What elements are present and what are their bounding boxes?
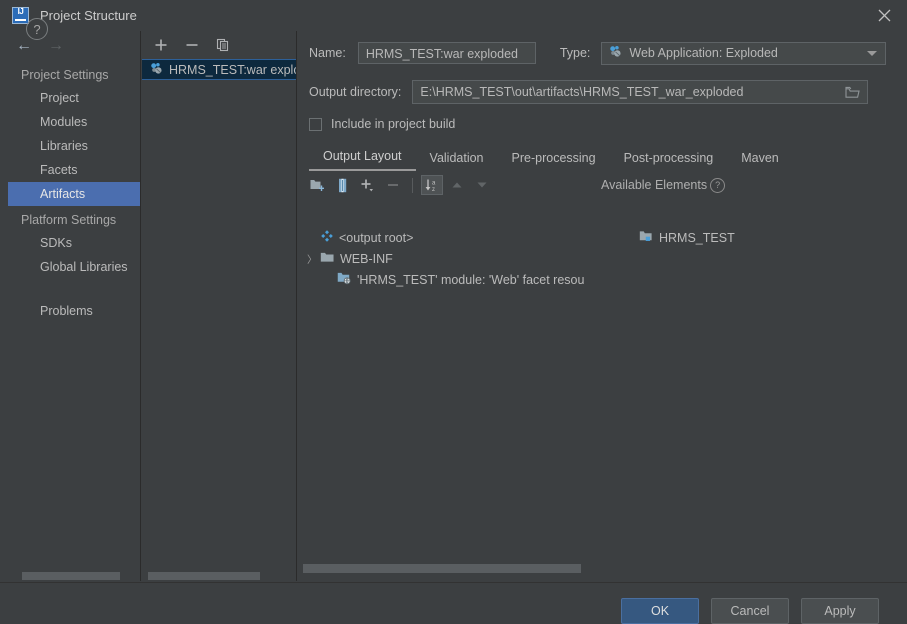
sidebar-item-facets[interactable]: Facets [8,158,140,182]
web-facet-icon [337,271,352,288]
tab-maven[interactable]: Maven [727,151,793,171]
help-icon[interactable]: ? [710,177,726,193]
editor-tabs: Output Layout Validation Pre-processing … [309,144,899,172]
output-directory-input[interactable]: E:\HRMS_TEST\out\artifacts\HRMS_TEST_war… [412,80,869,104]
remove-icon[interactable] [382,175,404,195]
move-down-icon[interactable] [471,175,493,195]
sidebar-item-sdks[interactable]: SDKs [8,231,140,255]
arrow-right-icon[interactable]: → [48,38,64,54]
tree-twisty-collapsed-icon[interactable]: 〉 [304,251,320,266]
sidebar-item-global-libraries[interactable]: Global Libraries [8,255,140,279]
close-icon[interactable] [861,0,907,31]
tree-label: <output root> [339,230,414,245]
artifact-list: HRMS_TEST:war exploded [142,59,296,581]
include-in-build-row: Include in project build [298,109,899,139]
title-bar: Project Structure [0,0,907,31]
add-artifact-button[interactable] [152,36,170,54]
sidebar-item-project[interactable]: Project [8,86,140,110]
sort-alphabetically-icon[interactable]: a z [421,175,443,195]
name-type-row: Name: HRMS_TEST:war exploded Type: Web A… [298,31,899,75]
list-item[interactable]: HRMS_TEST:war exploded [142,59,296,80]
layout-panels: <output root> 〉 WEB-INF 'HRMS_TEST' modu… [301,227,893,562]
output-directory-row: Output directory: E:\HRMS_TEST\out\artif… [298,75,899,109]
artifact-editor: Name: HRMS_TEST:war exploded Type: Web A… [298,31,899,606]
artifact-hscrollbar-thumb[interactable] [148,572,260,580]
sidebar-group-project-settings: Project Settings [21,68,109,82]
artifact-list-toolbar [142,31,296,59]
folder-open-icon[interactable] [837,81,867,103]
add-archive-icon[interactable] [332,175,354,195]
include-in-build-checkbox[interactable] [309,117,322,131]
layout-hscrollbar-thumb[interactable] [303,564,581,573]
tab-validation[interactable]: Validation [416,151,498,171]
include-in-build-label: Include in project build [331,117,456,131]
artifact-label: HRMS_TEST:war exploded [169,62,296,77]
artifact-icon [608,44,623,62]
sidebar-item-modules[interactable]: Modules [8,110,140,134]
add-copy-icon[interactable] [357,175,379,195]
svg-text:a: a [432,180,436,186]
artifact-list-panel: HRMS_TEST:war exploded [142,31,297,581]
available-elements-label: Available Elements [601,178,708,192]
type-label: Type: [559,46,591,60]
tab-output-layout[interactable]: Output Layout [309,149,416,171]
sidebar-item-problems[interactable]: Problems [8,299,140,323]
output-directory-label: Output directory: [309,85,402,99]
project-structure-dialog: Project Structure ← → Project Settings P… [0,0,907,624]
name-input[interactable]: HRMS_TEST:war exploded [357,42,536,64]
move-up-icon[interactable] [446,175,468,195]
sidebar-item-artifacts[interactable]: Artifacts [8,182,140,206]
sidebar-item-libraries[interactable]: Libraries [8,134,140,158]
ok-button[interactable]: OK [621,598,699,624]
tree-row[interactable]: <output root> [301,227,593,248]
output-directory-value: E:\HRMS_TEST\out\artifacts\HRMS_TEST_war… [420,85,744,99]
output-layout-tree: <output root> 〉 WEB-INF 'HRMS_TEST' modu… [301,227,593,562]
sidebar-divider [8,279,140,299]
layout-hscrollbar[interactable] [301,562,893,574]
available-elements-tree: HRMS_TEST [601,227,893,562]
settings-sidebar: ← → Project Settings Project Modules Lib… [8,31,141,581]
sidebar-group-platform-settings: Platform Settings [21,213,117,227]
tree-label: WEB-INF [340,251,393,266]
name-label: Name: [309,46,346,60]
apply-button[interactable]: Apply [801,598,879,624]
cancel-button[interactable]: Cancel [711,598,789,624]
tree-row[interactable]: HRMS_TEST [601,227,893,248]
sidebar-hscrollbar[interactable] [22,570,140,581]
tab-pre-processing[interactable]: Pre-processing [498,151,610,171]
add-directory-icon[interactable] [307,175,329,195]
type-dropdown-value: Web Application: Exploded [629,46,778,60]
type-dropdown[interactable]: Web Application: Exploded [601,41,887,65]
toolbar-separator [412,177,413,193]
intellij-idea-icon [12,7,29,24]
sidebar-hscrollbar-thumb[interactable] [22,572,120,580]
tree-label: 'HRMS_TEST' module: 'Web' facet resou [357,272,585,287]
tree-label: HRMS_TEST [659,230,735,245]
chevron-down-icon [867,50,878,56]
folder-icon [320,251,335,267]
tab-post-processing[interactable]: Post-processing [610,151,728,171]
artifact-hscrollbar[interactable] [148,570,288,581]
copy-icon[interactable] [214,36,232,54]
layout-toolbar: a z Available Elements ? [298,172,899,198]
window-title: Project Structure [40,8,137,23]
module-icon [639,230,654,246]
available-elements-header: Available Elements ? [601,177,726,193]
remove-artifact-button[interactable] [183,36,201,54]
svg-text:z: z [432,187,435,193]
output-root-icon [320,229,334,246]
tree-row[interactable]: 〉 WEB-INF [301,248,593,269]
tree-row[interactable]: 'HRMS_TEST' module: 'Web' facet resou [301,269,593,290]
arrow-left-icon[interactable]: ← [16,38,32,54]
help-icon[interactable]: ? [26,18,48,40]
artifact-icon [149,61,164,79]
